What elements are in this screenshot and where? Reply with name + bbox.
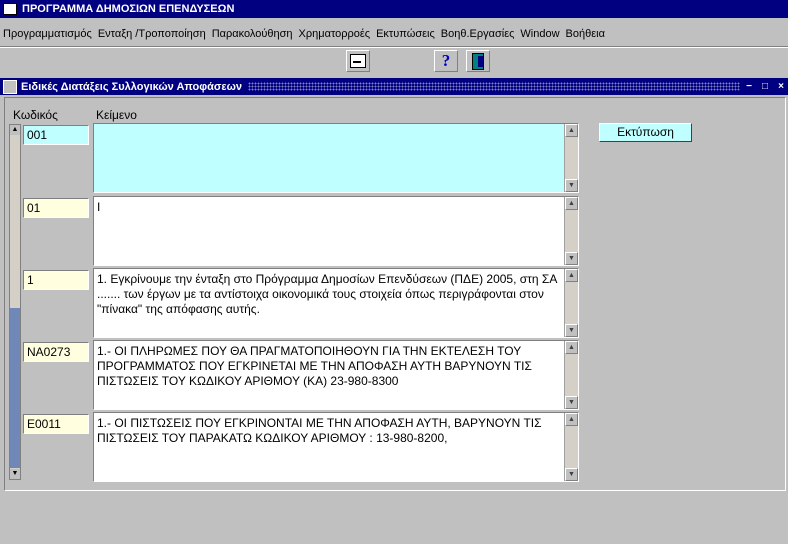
column-header-code: Κωδικός [13,108,58,122]
scroll-up-icon[interactable]: ▲ [10,125,20,135]
menu-bar: Προγραμματισμός Ενταξη /Τροποποίηση Παρα… [0,24,788,44]
text-scrollbar[interactable]: ▲ ▼ [564,197,578,265]
form-titlebar: Ειδικές Διατάξεις Συλλογικών Αποφάσεων −… [0,78,788,95]
app-icon [3,3,17,15]
form-icon [3,79,17,94]
toolbar-divider-highlight [0,47,788,48]
scroll-down-icon[interactable]: ▼ [10,469,20,479]
minimize-icon[interactable]: − [742,81,756,93]
text-scrollbar[interactable]: ▲ ▼ [564,341,578,409]
close-icon[interactable]: × [774,81,788,93]
menu-prints[interactable]: Εκτυπώσεις [373,28,438,40]
text-content: 1.- ΟΙ ΠΙΣΤΩΣΕΙΣ ΠΟΥ ΕΓΚΡΙΝΟΝΤΑΙ ΜΕ ΤΗΝ … [97,416,542,445]
scroll-down-icon[interactable]: ▼ [565,179,578,192]
maximize-icon[interactable]: □ [758,81,772,93]
text-content: 1.- ΟΙ ΠΛΗΡΩΜΕΣ ΠΟΥ ΘΑ ΠΡΑΓΜΑΤΟΠΟΙΗΘΟΥΝ … [97,344,532,388]
text-scrollbar[interactable]: ▲ ▼ [564,413,578,481]
menu-cashflows[interactable]: Χρηματορροές [296,28,374,40]
scroll-up-icon[interactable]: ▲ [565,269,578,282]
print-toolbar-button[interactable] [346,50,370,72]
code-field[interactable]: 01 [23,198,89,218]
exit-toolbar-button[interactable] [466,50,490,72]
text-field[interactable]: ▲ ▼ [93,123,579,193]
exit-door-icon [472,52,484,70]
scroll-down-icon[interactable]: ▼ [565,252,578,265]
window-title: ΠΡΟΓΡΑΜΜΑ ΔΗΜΟΣΙΩΝ ΕΠΕΝΔΥΣΕΩΝ [22,3,235,15]
help-icon: ? [441,51,451,70]
scroll-up-icon[interactable]: ▲ [565,197,578,210]
code-field[interactable]: 001 [23,125,89,145]
scroll-up-icon[interactable]: ▲ [565,413,578,426]
menu-window[interactable]: Window [517,28,562,40]
scroll-down-icon[interactable]: ▼ [565,324,578,337]
text-content: I [97,200,101,214]
scroll-up-icon[interactable]: ▲ [565,341,578,354]
scroll-thumb[interactable] [10,308,20,468]
print-button[interactable]: Εκτύπωση [599,123,692,142]
text-field[interactable]: I ▲ ▼ [93,196,579,266]
text-scrollbar[interactable]: ▲ ▼ [564,124,578,192]
scroll-down-icon[interactable]: ▼ [565,396,578,409]
window-titlebar: ΠΡΟΓΡΑΜΜΑ ΔΗΜΟΣΙΩΝ ΕΠΕΝΔΥΣΕΩΝ [0,0,788,18]
menu-help[interactable]: Βοήθεια [563,28,608,40]
titlebar-pattern [248,82,740,91]
text-field[interactable]: 1.- ΟΙ ΠΛΗΡΩΜΕΣ ΠΟΥ ΘΑ ΠΡΑΓΜΑΤΟΠΟΙΗΘΟΥΝ … [93,340,579,410]
help-toolbar-button[interactable]: ? [434,50,458,72]
printer-icon [350,54,366,68]
records-scrollbar[interactable]: ▲ ▼ [9,124,21,480]
code-field[interactable]: NA0273 [23,342,89,362]
scroll-up-icon[interactable]: ▲ [565,124,578,137]
text-content: 1. Εγκρίνουμε την ένταξη στο Πρόγραμμα Δ… [97,272,557,316]
text-field[interactable]: 1. Εγκρίνουμε την ένταξη στο Πρόγραμμα Δ… [93,268,579,338]
menu-aux-tasks[interactable]: Βοηθ.Εργασίες [438,28,518,40]
column-header-text: Κείμενο [96,108,137,122]
code-field[interactable]: E0011 [23,414,89,434]
scroll-down-icon[interactable]: ▼ [565,468,578,481]
menu-monitoring[interactable]: Παρακολούθηση [209,28,296,40]
menu-programming[interactable]: Προγραμματισμός [0,28,95,40]
code-field[interactable]: 1 [23,270,89,290]
menu-inclusion-modification[interactable]: Ενταξη /Τροποποίηση [95,28,209,40]
text-field[interactable]: 1.- ΟΙ ΠΙΣΤΩΣΕΙΣ ΠΟΥ ΕΓΚΡΙΝΟΝΤΑΙ ΜΕ ΤΗΝ … [93,412,579,482]
text-scrollbar[interactable]: ▲ ▼ [564,269,578,337]
form-title: Ειδικές Διατάξεις Συλλογικών Αποφάσεων [21,80,243,93]
